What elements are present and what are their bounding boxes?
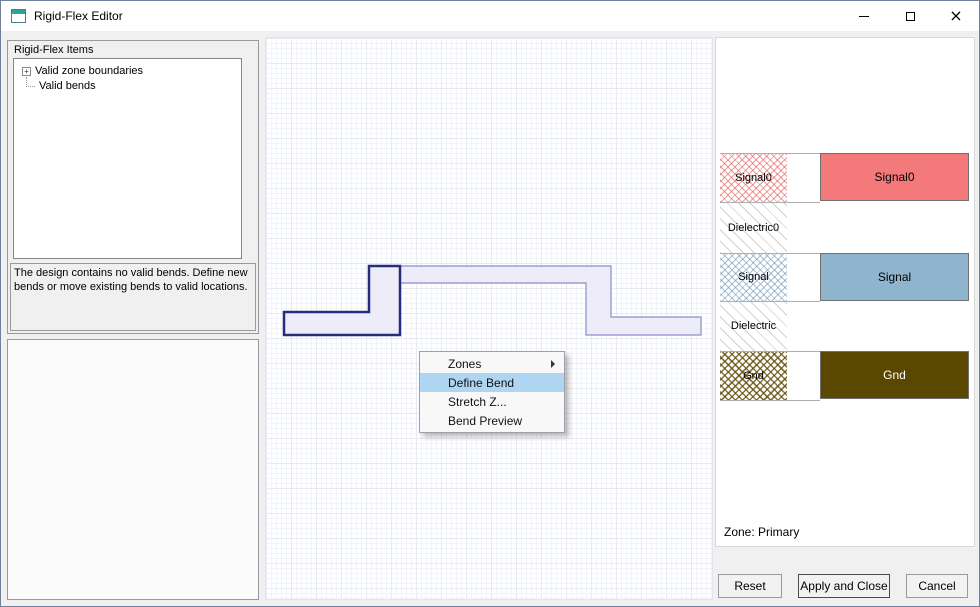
stackup-hatch-dielectric[interactable]: Dielectric xyxy=(720,301,787,351)
menu-item-bend-preview[interactable]: Bend Preview xyxy=(420,411,564,430)
layer-boundary-line xyxy=(720,253,820,254)
tree-connector-line xyxy=(26,77,35,87)
design-canvas[interactable] xyxy=(265,37,713,600)
layer-swatch-signal0[interactable]: Signal0 xyxy=(820,153,969,201)
caption-buttons: × xyxy=(841,1,979,31)
zone-label: Zone: Primary xyxy=(724,525,799,539)
stackup-hatch-signal0[interactable]: Signal0 xyxy=(720,153,787,202)
menu-item-zones[interactable]: Zones xyxy=(420,354,564,373)
stackup-hatch-dielectric0[interactable]: Dielectric0 xyxy=(720,202,787,253)
rigid-flex-items-group: Rigid-Flex Items + Valid zone boundaries… xyxy=(7,40,259,334)
stackup-hatch-gnd[interactable]: Gnd xyxy=(720,351,787,400)
maximize-icon xyxy=(906,12,915,21)
swatch-label: Gnd xyxy=(883,368,906,382)
layer-swatch-signal[interactable]: Signal xyxy=(820,253,969,301)
app-window-icon xyxy=(11,9,26,23)
board-cross-section[interactable] xyxy=(266,38,712,599)
layer-boundary-line xyxy=(720,400,820,401)
layer-label: Signal0 xyxy=(735,172,772,184)
menu-item-label: Bend Preview xyxy=(448,414,522,428)
layer-label: Gnd xyxy=(743,370,764,382)
close-icon: × xyxy=(949,8,962,24)
layer-boundary-line xyxy=(720,153,820,154)
menu-item-label: Stretch Z... xyxy=(448,395,507,409)
rigid-flex-items-tree[interactable]: + Valid zone boundaries Valid bends xyxy=(13,58,242,259)
layer-swatch-gnd[interactable]: Gnd xyxy=(820,351,969,399)
layer-label: Dielectric xyxy=(731,320,776,332)
stackup-panel: Signal0 Dielectric0 Signal Dielectric Gn… xyxy=(715,37,975,547)
maximize-button[interactable] xyxy=(887,1,933,31)
stackup-hatch-signal[interactable]: Signal xyxy=(720,253,787,301)
layer-boundary-line xyxy=(720,351,820,352)
validation-message: The design contains no valid bends. Defi… xyxy=(10,263,256,331)
context-menu: Zones Define Bend Stretch Z... Bend Prev… xyxy=(419,351,565,433)
window-title: Rigid-Flex Editor xyxy=(34,9,123,23)
menu-item-label: Zones xyxy=(448,357,481,371)
rigid-flex-editor-window: { "window": { "title": "Rigid-Flex Edito… xyxy=(0,0,980,607)
cancel-button[interactable]: Cancel xyxy=(906,574,968,598)
menu-item-label: Define Bend xyxy=(448,376,514,390)
layer-boundary-line xyxy=(720,202,820,203)
tree-item-valid-bends[interactable]: Valid bends xyxy=(14,80,241,92)
group-title: Rigid-Flex Items xyxy=(14,44,93,56)
selected-bend-segment[interactable] xyxy=(284,266,400,335)
menu-item-stretch-zone[interactable]: Stretch Z... xyxy=(420,392,564,411)
tree-item-label: Valid zone boundaries xyxy=(35,65,143,77)
expand-plus-icon[interactable]: + xyxy=(22,67,31,76)
menu-item-define-bend[interactable]: Define Bend xyxy=(420,373,564,392)
titlebar: Rigid-Flex Editor × xyxy=(1,1,979,31)
apply-and-close-button[interactable]: Apply and Close xyxy=(798,574,890,598)
reset-button[interactable]: Reset xyxy=(718,574,782,598)
layer-label: Signal xyxy=(738,271,769,283)
submenu-arrow-icon xyxy=(551,360,555,368)
minimize-button[interactable] xyxy=(841,1,887,31)
close-button[interactable]: × xyxy=(933,1,979,31)
details-panel xyxy=(7,339,259,600)
tree-item-label: Valid bends xyxy=(39,80,96,92)
layer-boundary-line xyxy=(720,301,820,302)
minimize-icon xyxy=(859,16,869,17)
swatch-label: Signal0 xyxy=(874,170,914,184)
tree-item-valid-zone-boundaries[interactable]: + Valid zone boundaries xyxy=(14,65,241,77)
layer-label: Dielectric0 xyxy=(728,222,779,234)
swatch-label: Signal xyxy=(878,270,911,284)
